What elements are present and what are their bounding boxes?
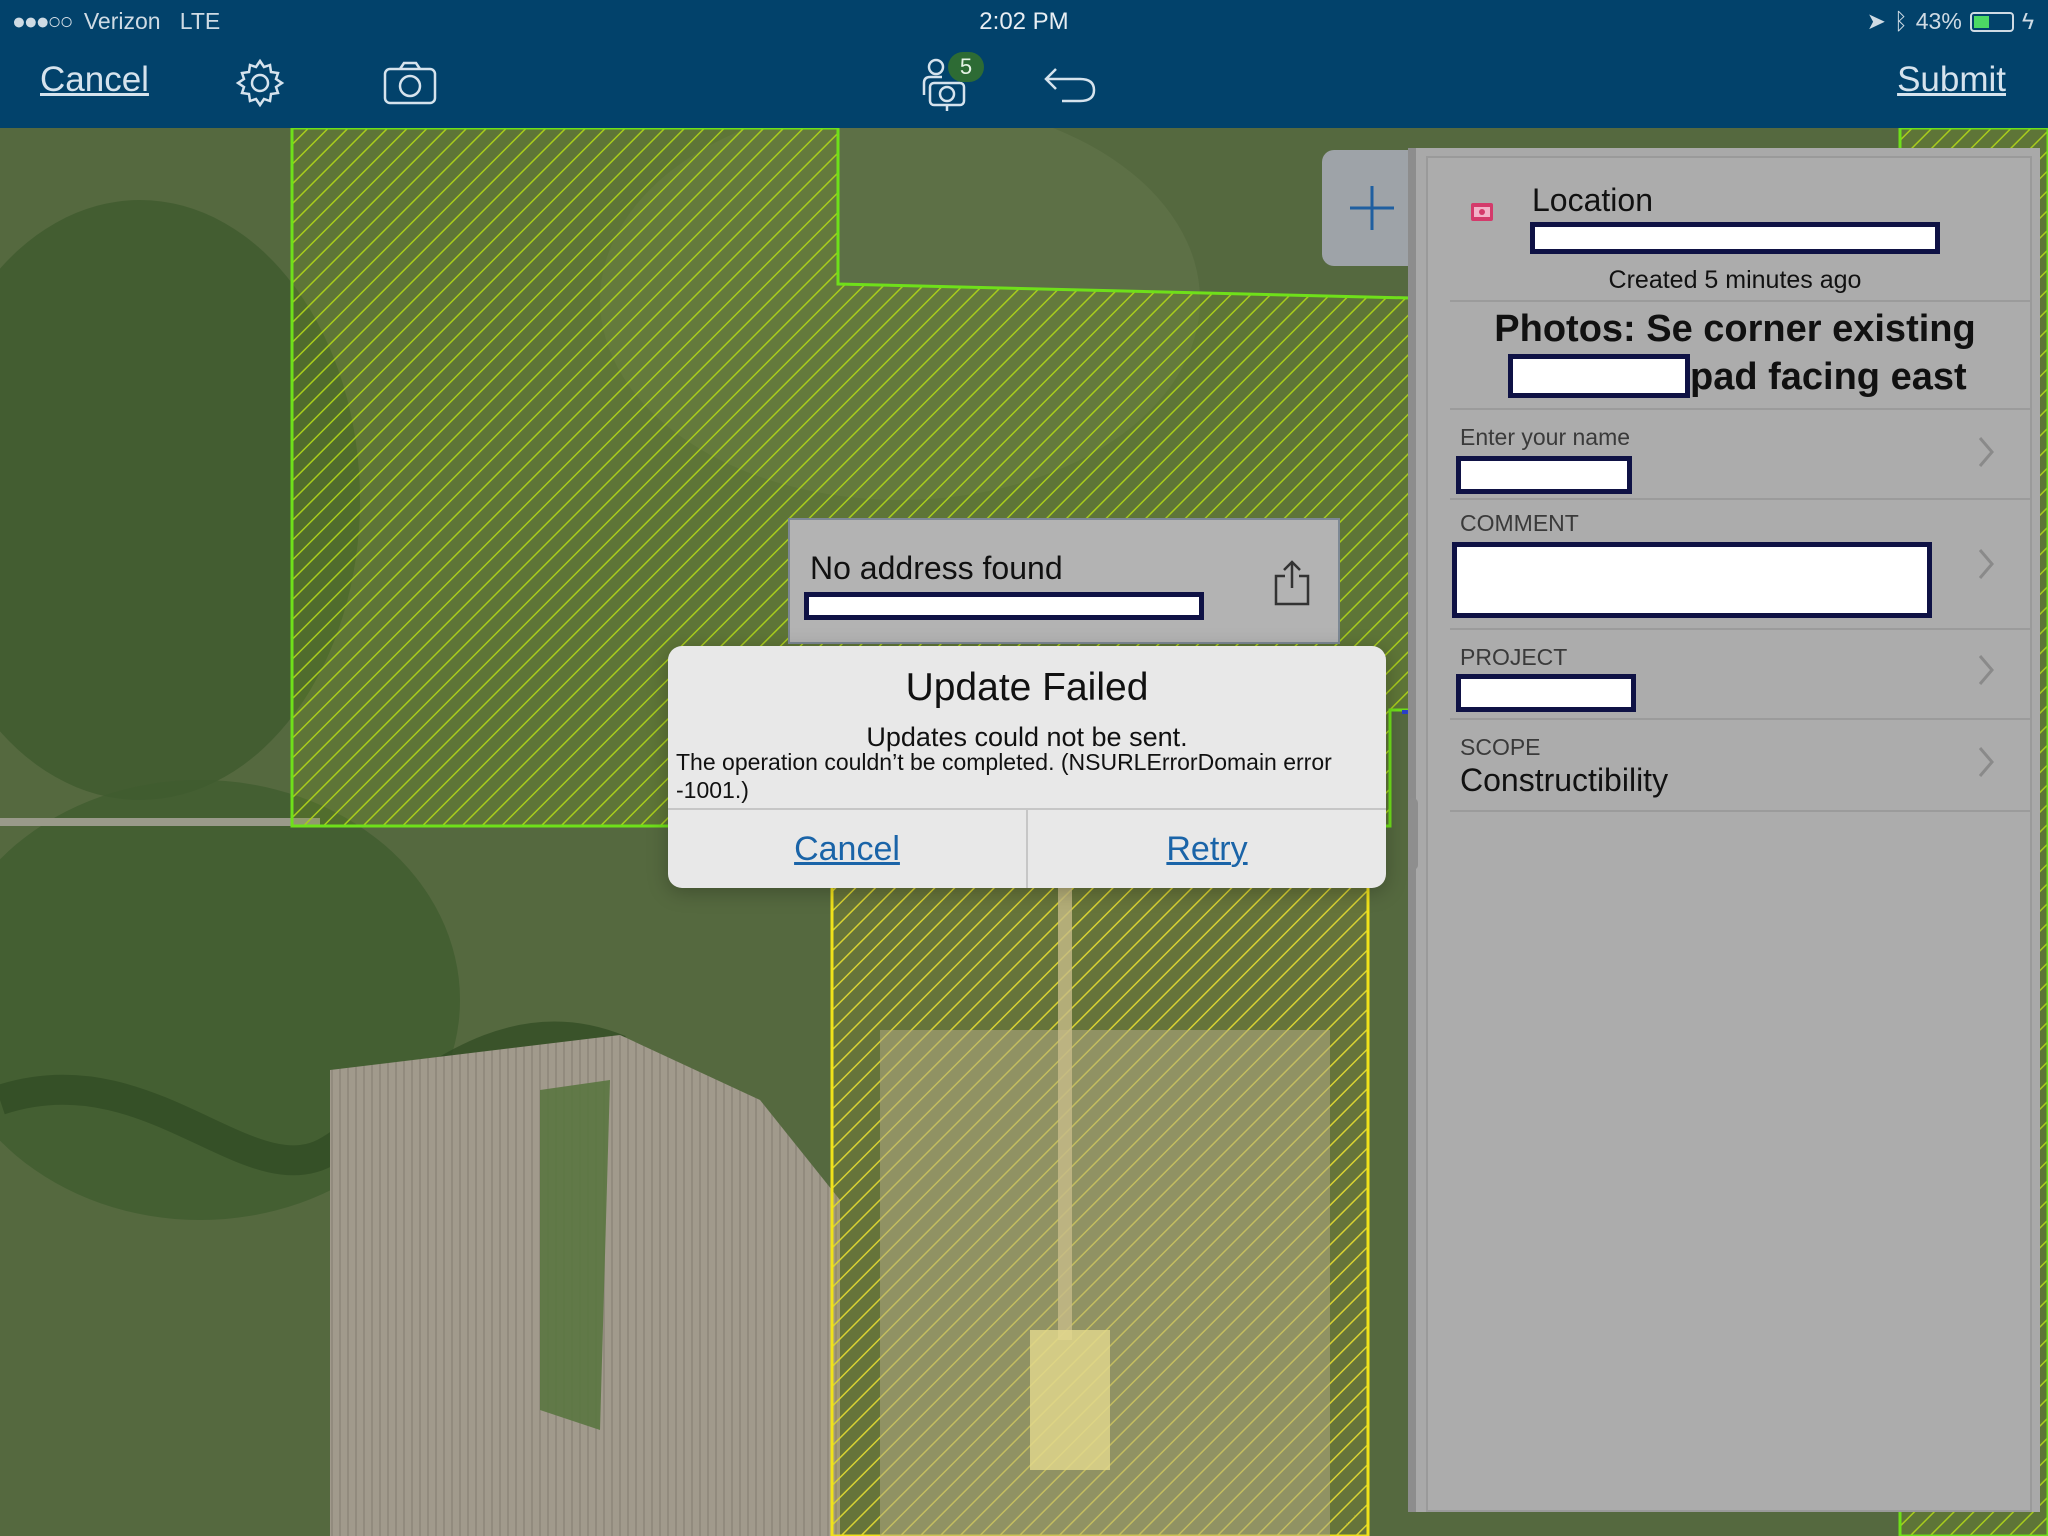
divider	[1450, 810, 2030, 812]
alert-detail-line1: The operation couldn’t be completed. (NS…	[676, 749, 1332, 775]
location-arrow-icon: ➤	[1866, 8, 1886, 34]
photo-layer-icon	[1471, 203, 1493, 221]
plus-icon	[1350, 186, 1394, 230]
update-failed-alert: Update Failed Updates could not be sent.…	[668, 646, 1386, 888]
crop-strip	[540, 1080, 610, 1430]
panel-content: Location Created 5 minutes ago Photos: S…	[1426, 156, 2032, 1512]
share-icon[interactable]	[1272, 560, 1312, 606]
chevron-right-icon	[1978, 437, 1994, 467]
redacted-coordinates	[804, 592, 1204, 620]
panel-resize-handle[interactable]	[1408, 798, 1418, 870]
feature-title-line1: Photos: Se corner existing	[1494, 308, 1976, 350]
alert-retry-button[interactable]: Retry	[1028, 810, 1386, 888]
name-field-label: Enter your name	[1460, 424, 1631, 450]
well-pad	[1030, 1330, 1110, 1470]
redacted-comment	[1452, 542, 1932, 618]
settings-button[interactable]	[230, 56, 290, 110]
created-timestamp: Created 5 minutes ago	[1608, 266, 1862, 294]
redacted-location	[1530, 222, 1940, 254]
submit-button[interactable]: Submit	[1897, 60, 2006, 100]
battery-icon	[1969, 11, 2014, 32]
gear-icon	[235, 58, 285, 108]
battery-percent: 43%	[1915, 8, 1962, 34]
camera-icon	[383, 61, 437, 105]
redacted-name	[1456, 456, 1632, 494]
add-feature-button[interactable]	[1322, 150, 1422, 266]
comment-field-label: COMMENT	[1460, 510, 1579, 536]
cancel-button[interactable]: Cancel	[40, 60, 149, 100]
alert-detail: The operation couldn’t be completed. (NS…	[676, 748, 1376, 804]
navigation-bar: ●●●○○ Verizon LTE 2:02 PM ➤ ᛒ 43% ϟ Canc…	[0, 0, 2048, 128]
undo-button[interactable]	[1040, 56, 1100, 110]
comment-field-row[interactable]: COMMENT	[1428, 500, 2030, 628]
scope-field-label: SCOPE	[1460, 734, 1541, 760]
alert-cancel-button[interactable]: Cancel	[668, 810, 1026, 888]
chevron-right-icon	[1978, 549, 1994, 579]
address-callout[interactable]: No address found	[788, 518, 1340, 644]
scope-field-row[interactable]: SCOPE Constructibility	[1428, 720, 2030, 810]
feature-title-line2: pad facing east	[1690, 356, 1967, 398]
address-text: No address found	[810, 550, 1063, 586]
undo-icon	[1044, 68, 1096, 103]
redacted-project	[1456, 674, 1636, 712]
chevron-right-icon	[1978, 655, 1994, 685]
name-field-row[interactable]: Enter your name	[1428, 410, 2030, 498]
chevron-right-icon	[1978, 747, 1994, 777]
status-time: 2:02 PM	[979, 8, 1069, 35]
alert-detail-line2: -1001.)	[676, 777, 749, 803]
project-field-row[interactable]: PROJECT	[1428, 630, 2030, 718]
divider	[1450, 300, 2030, 302]
alert-title: Update Failed	[905, 666, 1149, 709]
feature-details-panel: Location Created 5 minutes ago Photos: S…	[1408, 148, 2040, 1512]
access-road	[1058, 880, 1072, 1340]
redacted-title-part	[1508, 354, 1690, 398]
bluetooth-icon: ᛒ	[1893, 8, 1908, 34]
road	[0, 818, 320, 826]
collector-count-badge: 5	[948, 52, 984, 82]
project-field-label: PROJECT	[1460, 644, 1568, 670]
battery-fill	[1973, 15, 1990, 28]
location-label: Location	[1532, 182, 1653, 218]
status-right: ➤ ᛒ 43% ϟ	[1867, 8, 2034, 35]
scope-field-value: Constructibility	[1460, 762, 1669, 798]
camera-button[interactable]	[380, 56, 440, 110]
charging-icon: ϟ	[2021, 8, 2034, 34]
